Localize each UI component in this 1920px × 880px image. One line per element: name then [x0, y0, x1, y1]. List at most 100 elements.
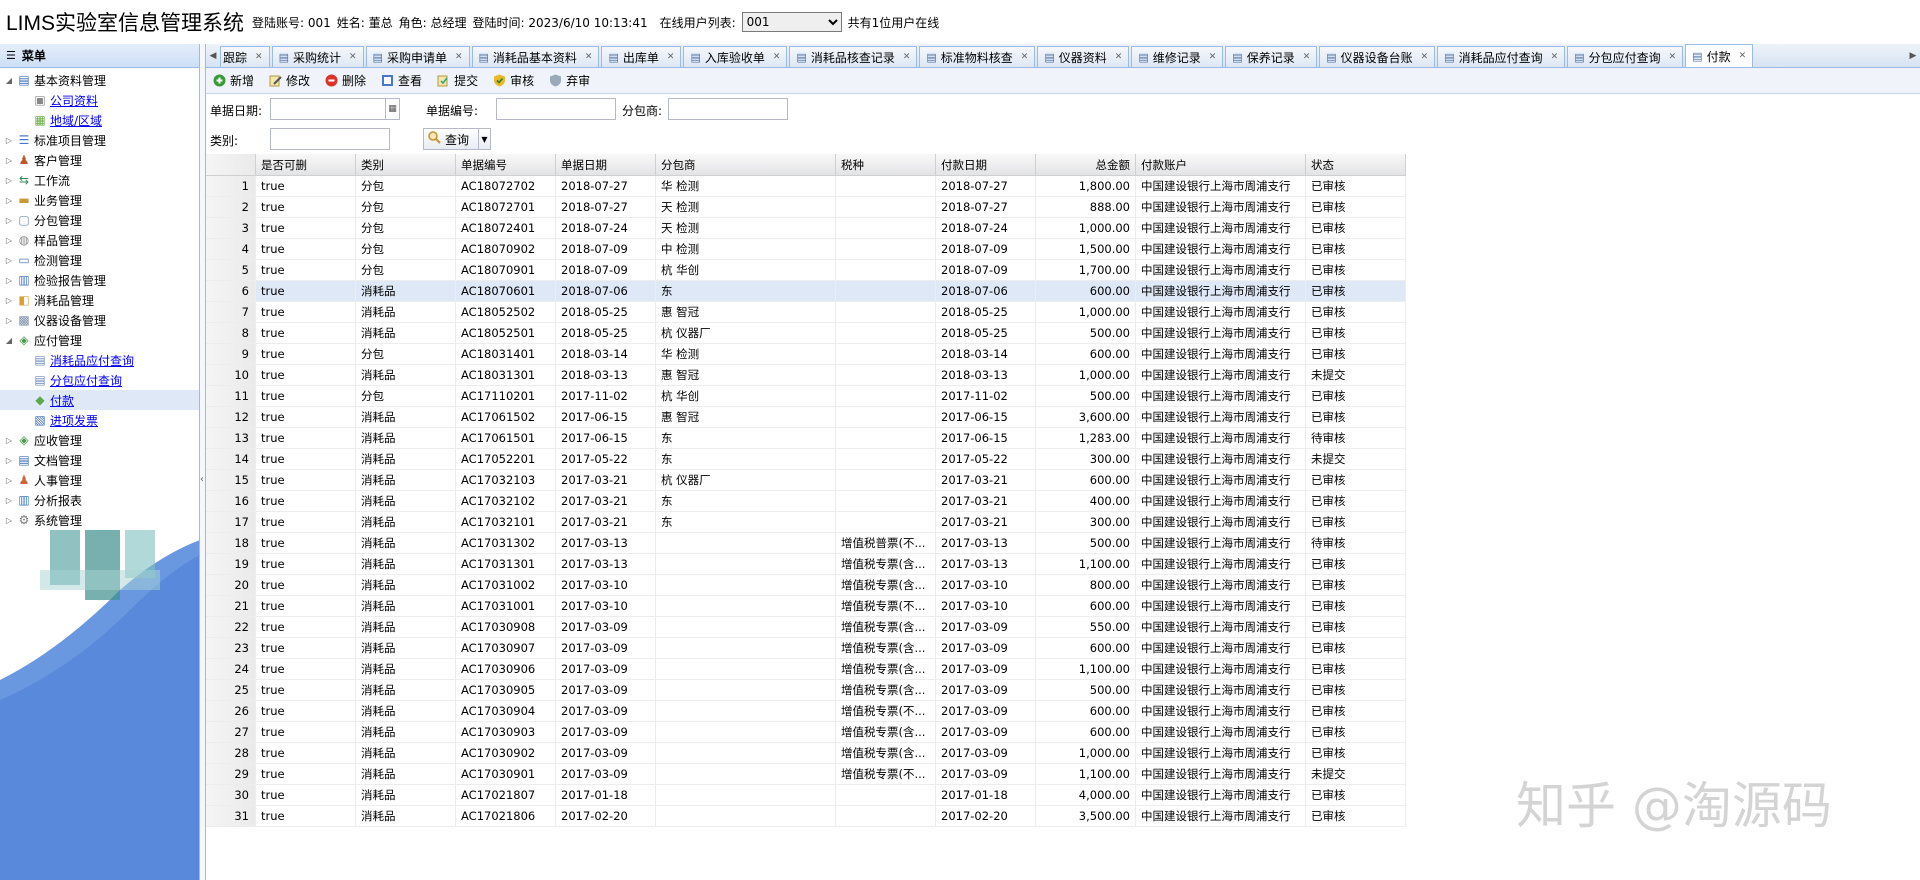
- date-input[interactable]: ▦: [270, 98, 400, 120]
- table-row[interactable]: 23 true 消耗品 AC17030907 2017-03-09 增值税专票(含... 2…: [206, 638, 1406, 659]
- tab[interactable]: ▤ 标准物料核查 ✕: [919, 46, 1036, 67]
- tab[interactable]: ▤ 入库验收单 ✕: [683, 46, 788, 67]
- column-header[interactable]: 单据日期: [556, 154, 656, 175]
- close-icon[interactable]: ✕: [1669, 52, 1677, 62]
- sidebar-item[interactable]: ▷ ▭ 检测管理: [0, 250, 199, 270]
- collapse-triangle-icon[interactable]: ▷: [4, 156, 14, 165]
- table-row[interactable]: 24 true 消耗品 AC17030906 2017-03-09 增值税专票(含... 2…: [206, 659, 1406, 680]
- sidebar-item[interactable]: ▧ 进项发票: [0, 410, 199, 430]
- column-header[interactable]: 是否可删: [256, 154, 356, 175]
- tab[interactable]: ▤ 采购申请单 ✕: [365, 46, 470, 67]
- tab[interactable]: ▤ 保养记录 ✕: [1225, 46, 1318, 67]
- collapse-triangle-icon[interactable]: ▷: [4, 316, 14, 325]
- table-row[interactable]: 6 true 消耗品 AC18070601 2018-07-06 东 2018-07-06 6…: [206, 281, 1406, 302]
- sidebar-item[interactable]: ▷ ▢ 分包管理: [0, 210, 199, 230]
- collapse-triangle-icon[interactable]: ▷: [4, 296, 14, 305]
- table-row[interactable]: 17 true 消耗品 AC17032101 2017-03-21 东 2017-03-21…: [206, 512, 1406, 533]
- edit-button[interactable]: 修改: [268, 72, 310, 89]
- tab[interactable]: ▤ 采购统计 ✕: [271, 46, 364, 67]
- close-icon[interactable]: ✕: [1303, 52, 1311, 62]
- collapse-triangle-icon[interactable]: ▷: [4, 476, 14, 485]
- table-row[interactable]: 8 true 消耗品 AC18052501 2018-05-25 杭 仪器厂 2018-05…: [206, 323, 1406, 344]
- table-row[interactable]: 29 true 消耗品 AC17030901 2017-03-09 增值税专票(不... 2…: [206, 764, 1406, 785]
- table-row[interactable]: 27 true 消耗品 AC17030903 2017-03-09 增值税专票(含... 2…: [206, 722, 1406, 743]
- tab[interactable]: ▤ 消耗品基本资料 ✕: [471, 46, 600, 67]
- add-button[interactable]: 新增: [212, 72, 254, 89]
- table-row[interactable]: 18 true 消耗品 AC17031302 2017-03-13 增值税普票(不... 2…: [206, 533, 1406, 554]
- sidebar-item[interactable]: ▦ 地域/区域: [0, 110, 199, 130]
- close-icon[interactable]: ✕: [1739, 51, 1747, 61]
- collapse-triangle-icon[interactable]: ▷: [4, 496, 14, 505]
- close-icon[interactable]: ✕: [585, 52, 593, 62]
- sidebar-item[interactable]: ▷ ◍ 样品管理: [0, 230, 199, 250]
- abandon-button[interactable]: 弃审: [548, 72, 590, 89]
- table-row[interactable]: 16 true 消耗品 AC17032102 2017-03-21 东 2017-03-21…: [206, 491, 1406, 512]
- column-header[interactable]: 类别: [356, 154, 456, 175]
- close-icon[interactable]: ✕: [349, 52, 357, 62]
- close-icon[interactable]: ✕: [455, 52, 463, 62]
- sidebar-item[interactable]: ◢ ◈ 应付管理: [0, 330, 199, 350]
- subcontractor-input[interactable]: [668, 98, 788, 120]
- close-icon[interactable]: ✕: [1209, 52, 1217, 62]
- tab[interactable]: ▤ 仪器设备台账 ✕: [1319, 46, 1436, 67]
- table-row[interactable]: 25 true 消耗品 AC17030905 2017-03-09 增值税专票(含... 2…: [206, 680, 1406, 701]
- tab[interactable]: ▤ 消耗品应付查询 ✕: [1437, 46, 1566, 67]
- table-row[interactable]: 20 true 消耗品 AC17031002 2017-03-10 增值税专票(含... 2…: [206, 575, 1406, 596]
- close-icon[interactable]: ✕: [1551, 52, 1559, 62]
- sidebar-item[interactable]: ▷ ◈ 应收管理: [0, 430, 199, 450]
- collapse-triangle-icon[interactable]: ▷: [4, 216, 14, 225]
- close-icon[interactable]: ✕: [255, 52, 263, 62]
- tab[interactable]: ▤ 仪器资料 ✕: [1037, 46, 1130, 67]
- sidebar-item[interactable]: ▷ ▤ 文档管理: [0, 450, 199, 470]
- category-input[interactable]: [270, 128, 390, 150]
- column-header[interactable]: 单据编号: [456, 154, 556, 175]
- tab[interactable]: ▤ 消耗品核查记录 ✕: [789, 46, 918, 67]
- collapse-triangle-icon[interactable]: ▷: [4, 176, 14, 185]
- sidebar-item[interactable]: ▷ ▬ 业务管理: [0, 190, 199, 210]
- table-row[interactable]: 12 true 消耗品 AC17061502 2017-06-15 惠 智冠 2017-06…: [206, 407, 1406, 428]
- close-icon[interactable]: ✕: [1115, 52, 1123, 62]
- table-row[interactable]: 13 true 消耗品 AC17061501 2017-06-15 东 2017-06-15…: [206, 428, 1406, 449]
- collapse-triangle-icon[interactable]: ▷: [4, 236, 14, 245]
- doc-number-input[interactable]: [496, 98, 616, 120]
- table-row[interactable]: 2 true 分包 AC18072701 2018-07-27 天 检测 2018-07-2…: [206, 197, 1406, 218]
- close-icon[interactable]: ✕: [903, 52, 911, 62]
- table-row[interactable]: 5 true 分包 AC18070901 2018-07-09 杭 华创 2018-07-0…: [206, 260, 1406, 281]
- table-row[interactable]: 22 true 消耗品 AC17030908 2017-03-09 增值税专票(含... 2…: [206, 617, 1406, 638]
- calendar-icon[interactable]: ▦: [385, 99, 399, 119]
- close-icon[interactable]: ✕: [1021, 52, 1029, 62]
- table-row[interactable]: 19 true 消耗品 AC17031301 2017-03-13 增值税专票(含... 2…: [206, 554, 1406, 575]
- sidebar-item[interactable]: ▷ ☰ 标准项目管理: [0, 130, 199, 150]
- view-button[interactable]: 查看: [380, 72, 422, 89]
- expand-triangle-icon[interactable]: ◢: [4, 76, 14, 85]
- tab[interactable]: 跟踪 ✕: [220, 46, 270, 67]
- table-row[interactable]: 14 true 消耗品 AC17052201 2017-05-22 东 2017-05-22…: [206, 449, 1406, 470]
- table-row[interactable]: 10 true 消耗品 AC18031301 2018-03-13 惠 智冠 2018-03…: [206, 365, 1406, 386]
- table-row[interactable]: 30 true 消耗品 AC17021807 2017-01-18 2017-01-18 4…: [206, 785, 1406, 806]
- table-row[interactable]: 3 true 分包 AC18072401 2018-07-24 天 检测 2018-07-2…: [206, 218, 1406, 239]
- close-icon[interactable]: ✕: [1421, 52, 1429, 62]
- sidebar-item[interactable]: ▷ ◧ 消耗品管理: [0, 290, 199, 310]
- table-row[interactable]: 31 true 消耗品 AC17021806 2017-02-20 2017-02-20 3…: [206, 806, 1406, 827]
- tab[interactable]: ▤ 分包应付查询 ✕: [1567, 46, 1684, 67]
- sidebar-item[interactable]: ▷ ♟ 人事管理: [0, 470, 199, 490]
- table-row[interactable]: 11 true 分包 AC17110201 2017-11-02 杭 华创 2017-11-…: [206, 386, 1406, 407]
- online-users-select[interactable]: 001: [741, 12, 842, 32]
- column-header[interactable]: 总金额: [1036, 154, 1136, 175]
- expand-triangle-icon[interactable]: ◢: [4, 336, 14, 345]
- collapse-arrow-icon[interactable]: ‹: [200, 474, 204, 485]
- query-button[interactable]: 查询 ▼: [423, 128, 491, 150]
- collapse-triangle-icon[interactable]: ▷: [4, 516, 14, 525]
- sidebar-item[interactable]: ◢ ▤ 基本资料管理: [0, 70, 199, 90]
- tab-scroll-right-icon[interactable]: ▶: [1906, 44, 1920, 67]
- column-header[interactable]: 分包商: [656, 154, 836, 175]
- sidebar-item[interactable]: ◆ 付款: [0, 390, 199, 410]
- sidebar-item[interactable]: ▷ ▥ 检验报告管理: [0, 270, 199, 290]
- tab[interactable]: ▤ 付款 ✕: [1685, 44, 1754, 67]
- tab[interactable]: ▤ 出库单 ✕: [601, 46, 682, 67]
- collapse-triangle-icon[interactable]: ▷: [4, 136, 14, 145]
- query-dropdown-icon[interactable]: ▼: [478, 129, 490, 149]
- column-header[interactable]: 付款日期: [936, 154, 1036, 175]
- table-row[interactable]: 1 true 分包 AC18072702 2018-07-27 华 检测 2018-07-2…: [206, 176, 1406, 197]
- sidebar-item[interactable]: ▤ 消耗品应付查询: [0, 350, 199, 370]
